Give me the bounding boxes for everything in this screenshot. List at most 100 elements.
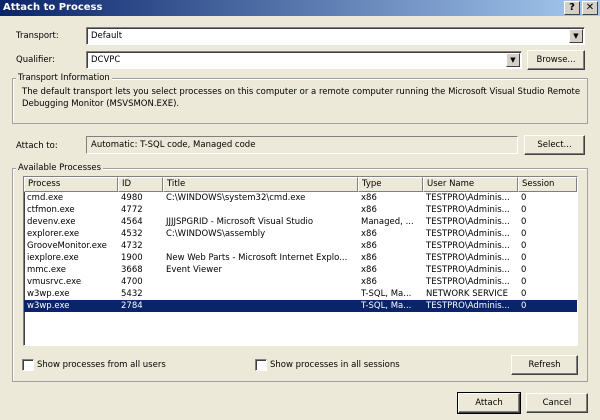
cell-user-name: TESTPRO\Adminis... xyxy=(426,253,510,263)
qualifier-label: Qualifier: xyxy=(16,55,55,65)
cell-id: 4564 xyxy=(121,217,143,227)
column-header-process[interactable]: Process xyxy=(24,177,118,192)
refresh-button[interactable]: Refresh xyxy=(511,355,578,375)
column-header-id[interactable]: ID xyxy=(118,177,163,192)
cell-process: ctfmon.exe xyxy=(27,205,75,215)
attach-to-field: Automatic: T-SQL code, Managed code xyxy=(86,136,518,154)
cell-session: 0 xyxy=(521,193,527,203)
cell-process: GrooveMonitor.exe xyxy=(27,241,107,251)
process-list[interactable]: Process ID Title Type User Name Session … xyxy=(23,176,578,346)
cell-type: x86 xyxy=(361,277,377,287)
list-header: Process ID Title Type User Name Session xyxy=(24,177,577,192)
cell-id: 4772 xyxy=(121,205,143,215)
cell-id: 2784 xyxy=(121,301,143,311)
column-header-type[interactable]: Type xyxy=(358,177,423,192)
help-button[interactable]: ? xyxy=(564,1,580,15)
attach-to-value: Automatic: T-SQL code, Managed code xyxy=(91,140,256,150)
cell-id: 1900 xyxy=(121,253,143,263)
table-row[interactable]: mmc.exe 3668 Event Viewer x86 TESTPRO\Admini… xyxy=(24,264,577,276)
cell-process: vmusrvc.exe xyxy=(27,277,82,287)
cell-title xyxy=(163,240,358,252)
cell-title: C:\WINDOWS\system32\cmd.exe xyxy=(166,193,306,203)
cell-process: devenv.exe xyxy=(27,217,76,227)
cell-title: C:\WINDOWS\assembly xyxy=(166,229,266,239)
transport-combobox[interactable]: Default ▼ xyxy=(86,27,585,45)
cell-session: 0 xyxy=(521,229,527,239)
cell-title: New Web Parts - Microsoft Internet Explo… xyxy=(166,253,348,263)
cell-process: explorer.exe xyxy=(27,229,80,239)
cell-process: mmc.exe xyxy=(27,265,67,275)
cell-user-name: TESTPRO\Adminis... xyxy=(426,241,510,251)
cell-session: 0 xyxy=(521,241,527,251)
cell-user-name: TESTPRO\Adminis... xyxy=(426,217,510,227)
qualifier-value: DCVPC xyxy=(91,55,121,65)
column-header-session[interactable]: Session xyxy=(518,177,577,192)
cell-user-name: TESTPRO\Adminis... xyxy=(426,229,510,239)
attach-to-label: Attach to: xyxy=(16,141,58,151)
table-row[interactable]: cmd.exe 4980 C:\WINDOWS\system32\cmd.exe x8… xyxy=(24,192,577,204)
cell-type: T-SQL, Ma... xyxy=(361,301,412,311)
cell-id: 4700 xyxy=(121,277,143,287)
column-header-title[interactable]: Title xyxy=(163,177,358,192)
show-all-sessions-label[interactable]: Show processes in all sessions xyxy=(270,359,400,371)
transport-info-text: The default transport lets you select pr… xyxy=(22,87,581,109)
table-row[interactable]: w3wp.exe 2784 T-SQL, Ma... TESTPRO\Adminis.… xyxy=(24,300,577,312)
chevron-down-icon[interactable]: ▼ xyxy=(569,29,583,43)
cell-process: w3wp.exe xyxy=(27,301,70,311)
available-processes-label: Available Processes xyxy=(16,162,104,174)
cell-type: x86 xyxy=(361,193,377,203)
transport-label: Transport: xyxy=(16,31,59,41)
cell-session: 0 xyxy=(521,217,527,227)
cell-type: T-SQL, Ma... xyxy=(361,289,412,299)
cancel-button[interactable]: Cancel xyxy=(526,393,588,413)
cell-type: x86 xyxy=(361,229,377,239)
table-row[interactable]: explorer.exe 4532 C:\WINDOWS\assembly x86 TE… xyxy=(24,228,577,240)
select-button[interactable]: Select... xyxy=(524,135,585,155)
cell-id: 4532 xyxy=(121,229,143,239)
table-row[interactable]: w3wp.exe 5432 T-SQL, Ma... NETWORK SERVICE 0 xyxy=(24,288,577,300)
cell-user-name: TESTPRO\Adminis... xyxy=(426,193,510,203)
show-all-users-checkbox[interactable] xyxy=(22,359,34,371)
cell-session: 0 xyxy=(521,289,527,299)
cell-session: 0 xyxy=(521,301,527,311)
cell-type: x86 xyxy=(361,205,377,215)
column-header-user-name[interactable]: User Name xyxy=(423,177,518,192)
title-bar: Attach to Process xyxy=(0,0,600,16)
cell-session: 0 xyxy=(521,205,527,215)
transport-value: Default xyxy=(91,31,123,41)
cell-title xyxy=(163,300,358,312)
cell-type: x86 xyxy=(361,265,377,275)
table-row[interactable]: vmusrvc.exe 4700 x86 TESTPRO\Adminis... 0 xyxy=(24,276,577,288)
cell-title: JJJJSPGRID - Microsoft Visual Studio xyxy=(166,217,314,227)
cell-user-name: TESTPRO\Adminis... xyxy=(426,205,510,215)
show-all-sessions-checkbox[interactable] xyxy=(255,359,267,371)
browse-button[interactable]: Browse... xyxy=(527,50,585,70)
cell-type: x86 xyxy=(361,253,377,263)
cell-id: 4980 xyxy=(121,193,143,203)
cell-session: 0 xyxy=(521,277,527,287)
show-all-users-label[interactable]: Show processes from all users xyxy=(37,359,166,371)
cell-user-name: TESTPRO\Adminis... xyxy=(426,277,510,287)
cell-process: cmd.exe xyxy=(27,193,64,203)
cell-id: 5432 xyxy=(121,289,143,299)
table-row[interactable]: iexplore.exe 1900 New Web Parts - Microsof… xyxy=(24,252,577,264)
window-title: Attach to Process xyxy=(3,2,103,13)
cell-user-name: NETWORK SERVICE xyxy=(426,289,509,299)
cell-type: x86 xyxy=(361,241,377,251)
cell-title xyxy=(163,288,358,300)
cell-user-name: TESTPRO\Adminis... xyxy=(426,301,510,311)
cell-process: w3wp.exe xyxy=(27,289,70,299)
cell-id: 4732 xyxy=(121,241,143,251)
close-button[interactable]: ✕ xyxy=(582,1,598,15)
qualifier-combobox[interactable]: DCVPC ▼ xyxy=(86,51,522,69)
table-row[interactable]: GrooveMonitor.exe 4732 x86 TESTPRO\Adminis.… xyxy=(24,240,577,252)
chevron-down-icon[interactable]: ▼ xyxy=(506,53,520,67)
table-row[interactable]: ctfmon.exe 4772 x86 TESTPRO\Adminis... 0 xyxy=(24,204,577,216)
attach-button[interactable]: Attach xyxy=(457,392,521,414)
cell-user-name: TESTPRO\Adminis... xyxy=(426,265,510,275)
table-row[interactable]: devenv.exe 4564 JJJJSPGRID - Microsoft Vis… xyxy=(24,216,577,228)
cell-session: 0 xyxy=(521,265,527,275)
cell-id: 3668 xyxy=(121,265,143,275)
cell-title: Event Viewer xyxy=(166,265,222,275)
cell-session: 0 xyxy=(521,253,527,263)
